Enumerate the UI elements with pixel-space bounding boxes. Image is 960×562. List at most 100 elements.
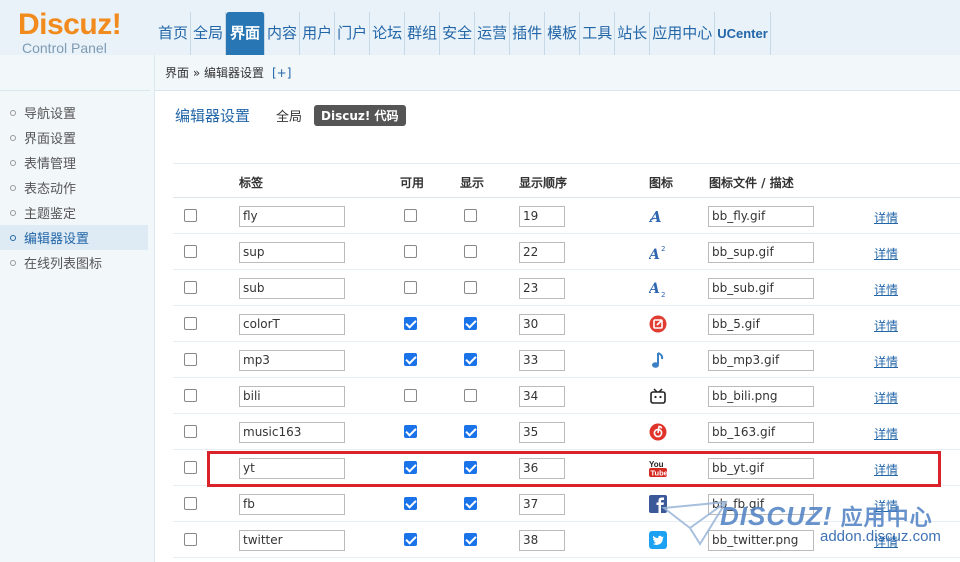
- sidebar-item[interactable]: 主题鉴定: [0, 200, 148, 225]
- row-select-checkbox[interactable]: [184, 209, 197, 222]
- sidebar-item[interactable]: 界面设置: [0, 125, 148, 150]
- sidebar-item-label: 导航设置: [24, 107, 77, 122]
- row-select-checkbox[interactable]: [184, 245, 197, 258]
- available-checkbox[interactable]: [404, 497, 417, 510]
- header-file: 图标文件 / 描述: [709, 176, 794, 190]
- row-select-checkbox[interactable]: [184, 533, 197, 546]
- detail-link[interactable]: 详情: [874, 281, 898, 298]
- table-header: 标签 可用 显示 显示顺序 图标 图标文件 / 描述: [173, 163, 960, 198]
- sidebar-item[interactable]: 表态动作: [0, 175, 148, 200]
- row-select-checkbox[interactable]: [184, 317, 197, 330]
- show-checkbox[interactable]: [464, 533, 477, 546]
- tag-input[interactable]: bili: [239, 386, 345, 407]
- nav-item[interactable]: 工具: [580, 12, 616, 55]
- available-checkbox[interactable]: [404, 281, 417, 294]
- row-select-checkbox[interactable]: [184, 425, 197, 438]
- row-select-checkbox[interactable]: [184, 389, 197, 402]
- tab-global[interactable]: 全局: [276, 106, 302, 125]
- icon-file-input[interactable]: bb_mp3.gif: [708, 350, 814, 371]
- order-input[interactable]: 19: [519, 206, 565, 227]
- logo[interactable]: Discuz! Control Panel: [18, 10, 122, 57]
- icon-file-input[interactable]: bb_fly.gif: [708, 206, 814, 227]
- detail-link[interactable]: 详情: [874, 389, 898, 406]
- show-checkbox[interactable]: [464, 497, 477, 510]
- tag-input[interactable]: fly: [239, 206, 345, 227]
- row-select-checkbox[interactable]: [184, 281, 197, 294]
- nav-item[interactable]: 安全: [440, 12, 476, 55]
- bullet-icon: [10, 209, 16, 216]
- sidebar-item[interactable]: 编辑器设置: [0, 225, 148, 250]
- detail-link[interactable]: 详情: [874, 317, 898, 334]
- tag-input[interactable]: music163: [239, 422, 345, 443]
- order-input[interactable]: 35: [519, 422, 565, 443]
- nav-item[interactable]: 门户: [335, 12, 371, 55]
- show-checkbox[interactable]: [464, 425, 477, 438]
- svg-text:2: 2: [661, 291, 665, 297]
- available-checkbox[interactable]: [404, 317, 417, 330]
- nav-item-label: 门户: [337, 24, 368, 42]
- font-fly-icon: A: [649, 208, 662, 225]
- nav-item[interactable]: 全局: [191, 12, 227, 55]
- detail-link[interactable]: 详情: [874, 245, 898, 262]
- detail-link[interactable]: 详情: [874, 209, 898, 226]
- tag-input[interactable]: sub: [239, 278, 345, 299]
- available-checkbox[interactable]: [404, 245, 417, 258]
- detail-link[interactable]: 详情: [874, 425, 898, 442]
- order-input[interactable]: 38: [519, 530, 565, 551]
- nav-item[interactable]: 首页: [156, 12, 192, 55]
- order-input[interactable]: 30: [519, 314, 565, 335]
- nav-item[interactable]: 应用中心: [650, 12, 716, 55]
- nav-item[interactable]: 站长: [615, 12, 651, 55]
- nav-item-label: 模板: [547, 24, 578, 42]
- breadcrumb: 界面 » 编辑器设置 [+]: [155, 55, 960, 91]
- icon-file-input[interactable]: bb_bili.png: [708, 386, 814, 407]
- tag-input[interactable]: mp3: [239, 350, 345, 371]
- icon-file-input[interactable]: bb_163.gif: [708, 422, 814, 443]
- show-checkbox[interactable]: [464, 317, 477, 330]
- available-checkbox[interactable]: [404, 425, 417, 438]
- nav-item[interactable]: 群组: [405, 12, 441, 55]
- sidebar-item[interactable]: 导航设置: [0, 100, 148, 125]
- row-select-checkbox[interactable]: [184, 461, 197, 474]
- order-input[interactable]: 22: [519, 242, 565, 263]
- svg-text:A: A: [649, 281, 660, 297]
- nav-item[interactable]: 用户: [300, 12, 336, 55]
- tab-discuz-code[interactable]: Discuz! 代码: [314, 105, 406, 126]
- bullet-icon: [10, 109, 16, 116]
- nav-item[interactable]: 模板: [545, 12, 581, 55]
- available-checkbox[interactable]: [404, 209, 417, 222]
- show-checkbox[interactable]: [464, 389, 477, 402]
- order-input[interactable]: 34: [519, 386, 565, 407]
- show-checkbox[interactable]: [464, 281, 477, 294]
- show-checkbox[interactable]: [464, 353, 477, 366]
- order-input[interactable]: 33: [519, 350, 565, 371]
- tag-input[interactable]: colorT: [239, 314, 345, 335]
- tag-input[interactable]: fb: [239, 494, 345, 515]
- tag-input[interactable]: sup: [239, 242, 345, 263]
- row-select-checkbox[interactable]: [184, 353, 197, 366]
- order-input[interactable]: 23: [519, 278, 565, 299]
- available-checkbox[interactable]: [404, 533, 417, 546]
- show-checkbox[interactable]: [464, 245, 477, 258]
- order-input[interactable]: 37: [519, 494, 565, 515]
- breadcrumb-path: 界面 » 编辑器设置: [165, 66, 264, 80]
- available-checkbox[interactable]: [404, 353, 417, 366]
- show-checkbox[interactable]: [464, 209, 477, 222]
- add-shortcut-button[interactable]: [+]: [272, 66, 291, 80]
- icon-file-input[interactable]: bb_sup.gif: [708, 242, 814, 263]
- icon-file-input[interactable]: bb_sub.gif: [708, 278, 814, 299]
- row-select-checkbox[interactable]: [184, 497, 197, 510]
- nav-item[interactable]: 插件: [510, 12, 546, 55]
- detail-link[interactable]: 详情: [874, 353, 898, 370]
- icon-file-input[interactable]: bb_5.gif: [708, 314, 814, 335]
- nav-item[interactable]: 界面: [226, 12, 266, 55]
- sidebar-item[interactable]: 表情管理: [0, 150, 148, 175]
- nav-item[interactable]: 运营: [475, 12, 511, 55]
- table-row: colorT 30 bb_5.gif 详情: [173, 306, 960, 342]
- tag-input[interactable]: twitter: [239, 530, 345, 551]
- available-checkbox[interactable]: [404, 389, 417, 402]
- nav-item[interactable]: 论坛: [370, 12, 406, 55]
- sidebar-item[interactable]: 在线列表图标: [0, 250, 148, 275]
- nav-item[interactable]: UCenter: [715, 12, 771, 55]
- nav-item[interactable]: 内容: [265, 12, 301, 55]
